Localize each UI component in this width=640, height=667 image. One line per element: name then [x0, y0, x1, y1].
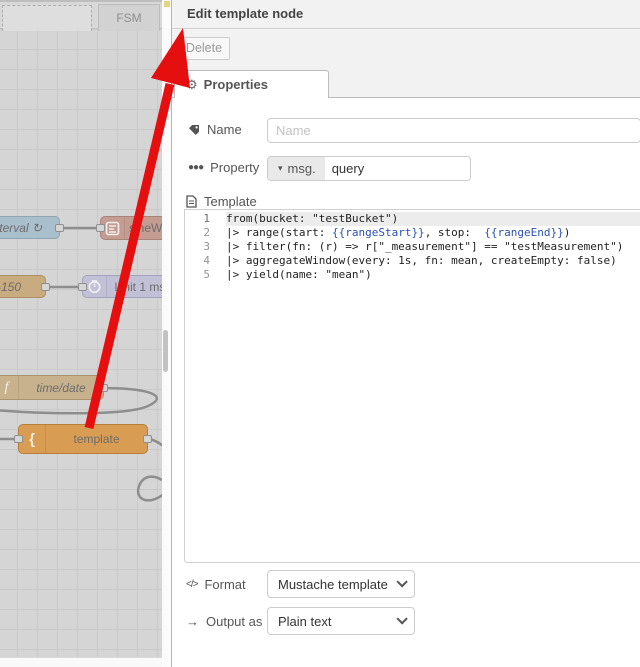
chevron-down-icon: [396, 613, 408, 625]
code-line[interactable]: 1 from(bucket: "testBucket"): [185, 212, 640, 226]
output-port: [99, 383, 108, 392]
output-port: [41, 282, 50, 291]
code-line[interactable]: 4 |> aggregateWindow(every: 1s, fn: mean…: [185, 254, 640, 268]
document-icon: [186, 195, 197, 208]
output-port: [143, 435, 152, 443]
node-label: template: [73, 432, 120, 446]
flow-wires: [0, 226, 162, 502]
gear-icon: ⚙: [186, 76, 198, 92]
dialog-title: Edit template node: [172, 0, 640, 29]
tab-properties[interactable]: ⚙ Properties: [174, 70, 329, 98]
template-code-editor[interactable]: 1 from(bucket: "testBucket") 2 |> range(…: [184, 209, 640, 563]
chevron-down-icon: [396, 576, 408, 588]
input-port: [14, 435, 23, 443]
format-label: </> Format: [186, 577, 246, 592]
canvas-tab-ghost: [2, 5, 92, 31]
node-label: time/date: [36, 380, 86, 395]
hidden-node-fragment: [164, 1, 170, 7]
name-input[interactable]: [267, 118, 640, 143]
node-template: { template: [14, 424, 152, 454]
node-label: sineWave: [129, 221, 162, 235]
output-port: [55, 223, 64, 232]
property-label: ●●● Property: [188, 160, 260, 175]
tag-icon: [189, 124, 199, 135]
node-ms150: s-150: [0, 275, 50, 298]
code-line[interactable]: 5 |> yield(name: "mean"): [185, 268, 640, 282]
canvas-vscrollbar[interactable]: [162, 0, 171, 667]
node-limit: limit 1 ms: [78, 275, 162, 298]
code-icon: </>: [186, 579, 199, 590]
node-sinewave: sineWave: [96, 216, 162, 240]
caret-down-icon: ▾: [278, 163, 283, 173]
property-value-input[interactable]: [324, 157, 470, 180]
input-port: [78, 282, 87, 291]
format-select[interactable]: Mustache template: [267, 570, 415, 598]
input-port: [96, 224, 105, 232]
property-input-group[interactable]: ▾ msg.: [267, 156, 471, 181]
arrow-right-icon: →: [186, 614, 199, 629]
template-label: Template: [186, 194, 257, 209]
code-line[interactable]: 3 |> filter(fn: (r) => r["_measurement"]…: [185, 240, 640, 254]
edit-dialog: Edit template node Delete ⚙ Properties N…: [171, 0, 640, 667]
ellipsis-icon: ●●●: [188, 162, 204, 173]
vscrollbar-thumb[interactable]: [163, 330, 168, 372]
dialog-toolbar: Delete ⚙ Properties: [172, 29, 640, 98]
code-line[interactable]: 2 |> range(start: {{rangeStart}}, stop: …: [185, 226, 640, 240]
function-icon: f: [0, 376, 19, 399]
canvas-tab-bar: FSM: [0, 0, 162, 31]
canvas-hscrollbar[interactable]: [0, 657, 162, 667]
name-label: Name: [188, 122, 242, 137]
node-label: interval ↻: [0, 220, 43, 235]
node-label: limit 1 ms: [114, 279, 162, 294]
property-type-dropdown[interactable]: ▾ msg.: [268, 157, 325, 180]
delete-button[interactable]: Delete: [178, 37, 230, 60]
brace-icon: {: [19, 425, 46, 453]
node-timedate: f time/date: [0, 375, 108, 400]
output-as-label: → Output as: [186, 614, 263, 629]
flow-canvas: FSM interval ↻ sineWave s-150: [0, 0, 162, 667]
canvas-tab-fsm: FSM: [98, 4, 160, 31]
tab-properties-label: Properties: [203, 77, 268, 92]
node-label: s-150: [0, 279, 22, 294]
output-as-select[interactable]: Plain text: [267, 607, 415, 635]
node-interval: interval ↻: [0, 216, 64, 239]
